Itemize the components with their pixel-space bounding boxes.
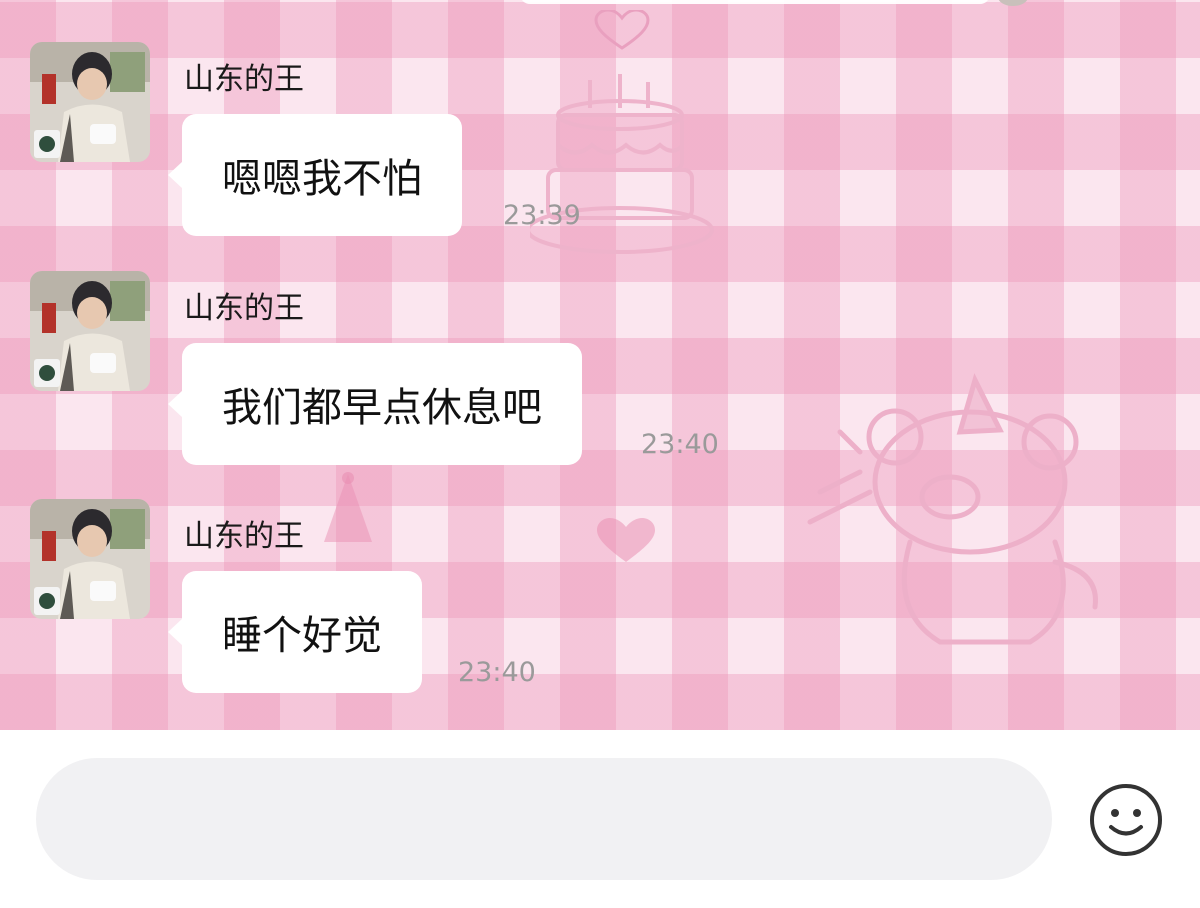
input-bar: [0, 730, 1200, 908]
avatar[interactable]: [30, 271, 150, 391]
previous-message-edge: [520, 0, 990, 4]
message-timestamp: 23:39: [503, 200, 581, 231]
message-bubble[interactable]: 我们都早点休息吧: [168, 343, 582, 465]
message-input[interactable]: [36, 758, 1052, 880]
message-bubble[interactable]: 嗯嗯我不怕: [168, 114, 462, 236]
message-row: 山东的王 我们都早点休息吧 23:40: [0, 271, 1200, 471]
message-timestamp: 23:40: [641, 429, 719, 460]
avatar-edge: [998, 0, 1028, 6]
sender-name: 山东的王: [184, 291, 304, 326]
message-row: 山东的王 嗯嗯我不怕 23:39: [0, 42, 1200, 242]
sender-name: 山东的王: [184, 519, 304, 554]
smiley-face-icon[interactable]: [1088, 782, 1164, 858]
message-row: 山东的王 睡个好觉 23:40: [0, 499, 1200, 699]
message-bubble[interactable]: 睡个好觉: [168, 571, 422, 693]
avatar[interactable]: [30, 499, 150, 619]
sender-name: 山东的王: [184, 62, 304, 97]
avatar[interactable]: [30, 42, 150, 162]
message-timestamp: 23:40: [458, 657, 536, 688]
chat-area[interactable]: 山东的王 嗯嗯我不怕 23:39 山东的王 我们都早点休息吧 23:40 山东的…: [0, 0, 1200, 730]
